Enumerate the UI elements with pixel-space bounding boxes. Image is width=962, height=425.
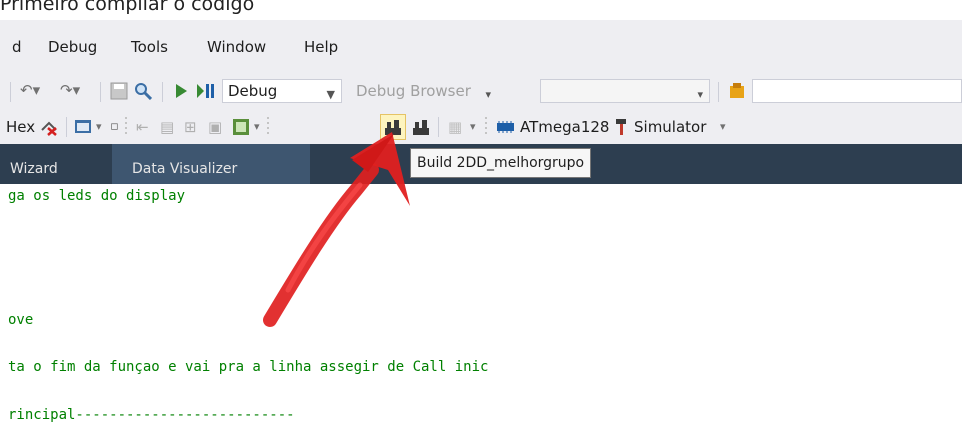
annotation-arrow — [263, 132, 410, 327]
atmel-studio-window: d Debug Tools Window Help ↶▾ ↷▾ Debug ▼ … — [0, 20, 962, 425]
page-heading: Primeiro compilar o código — [0, 0, 255, 15]
